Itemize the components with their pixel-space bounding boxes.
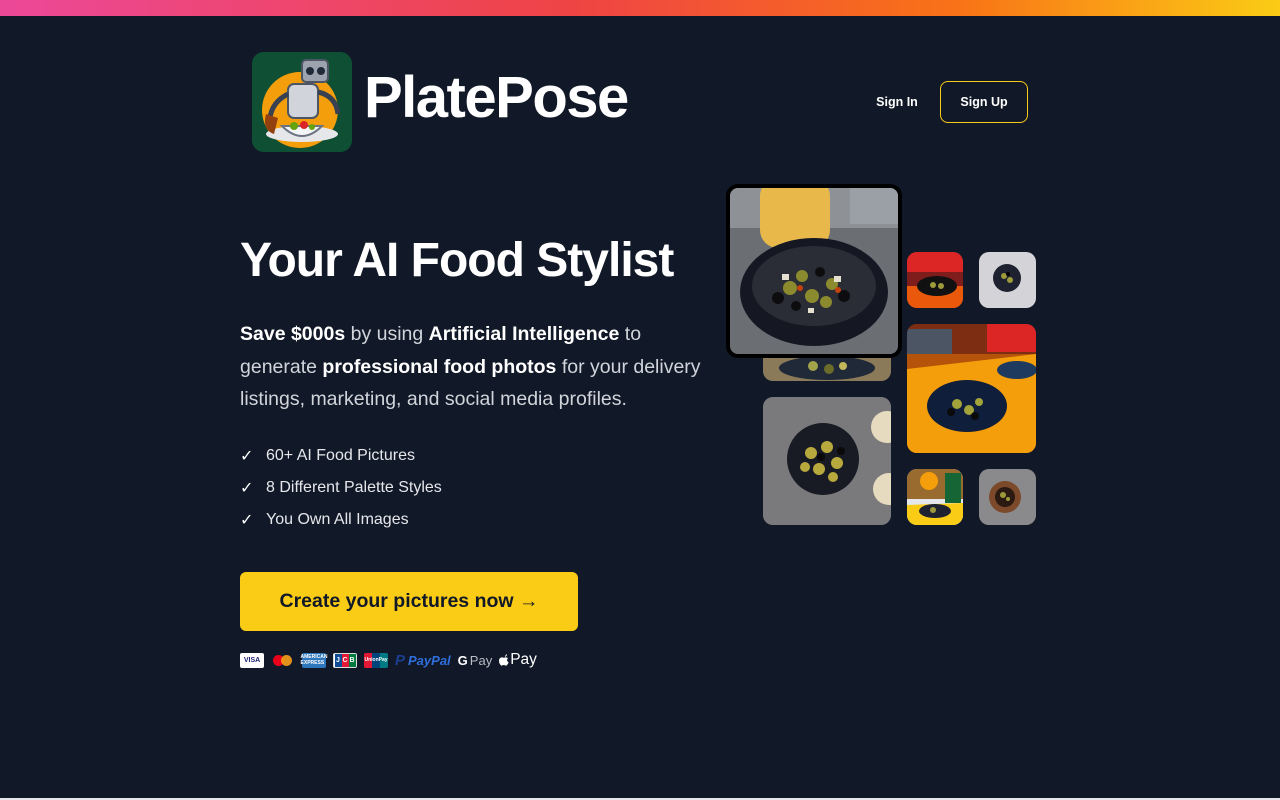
featured-olives-photo[interactable] bbox=[726, 184, 902, 358]
paypal-icon: P PayPal bbox=[395, 651, 451, 669]
feature-list: ✓ 60+ AI Food Pictures ✓ 8 Different Palet… bbox=[240, 440, 442, 536]
sign-in-button[interactable]: Sign In bbox=[866, 86, 928, 118]
food-photo[interactable] bbox=[907, 469, 963, 525]
desc-bold-photos: professional food photos bbox=[322, 355, 557, 378]
hero-description: Save $000s by using Artificial Intellige… bbox=[240, 318, 710, 416]
food-photo[interactable] bbox=[979, 252, 1036, 308]
mastercard-icon bbox=[271, 653, 295, 668]
brand-name[interactable]: PlatePose bbox=[364, 64, 629, 132]
apple-pay-icon: Pay bbox=[499, 651, 537, 669]
food-photo[interactable] bbox=[763, 397, 891, 525]
feature-item: ✓ 8 Different Palette Styles bbox=[240, 472, 442, 504]
feature-label: 60+ AI Food Pictures bbox=[266, 447, 415, 464]
food-photo[interactable] bbox=[907, 252, 963, 308]
top-gradient-bar bbox=[0, 0, 1280, 16]
logo-robot-chef-icon[interactable] bbox=[252, 52, 352, 152]
feature-item: ✓ 60+ AI Food Pictures bbox=[240, 440, 442, 472]
visa-icon: VISA bbox=[240, 652, 264, 668]
check-icon: ✓ bbox=[240, 480, 254, 497]
check-icon: ✓ bbox=[240, 448, 254, 465]
create-pictures-button[interactable]: Create your pictures now → bbox=[240, 572, 578, 631]
desc-bold-ai: Artificial Intelligence bbox=[428, 323, 620, 345]
unionpay-icon: UnionPay bbox=[364, 652, 388, 668]
desc-text: by using bbox=[345, 323, 429, 345]
desc-bold-savings: Save $000s bbox=[240, 323, 346, 345]
google-pay-icon: G Pay bbox=[457, 652, 493, 668]
feature-label: 8 Different Palette Styles bbox=[266, 479, 442, 496]
food-photo[interactable] bbox=[979, 469, 1036, 525]
food-photo[interactable] bbox=[907, 324, 1036, 453]
jcb-icon: JCB bbox=[333, 652, 357, 668]
feature-item: ✓ You Own All Images bbox=[240, 504, 442, 536]
payment-methods: VISA AMERICAN EXPRESS JCB UnionPay P PayP… bbox=[240, 650, 544, 670]
amex-icon: AMERICAN EXPRESS bbox=[300, 652, 328, 668]
feature-label: You Own All Images bbox=[266, 511, 409, 528]
hero-headline: Your AI Food Stylist bbox=[240, 234, 674, 287]
sign-up-button[interactable]: Sign Up bbox=[940, 81, 1028, 123]
check-icon: ✓ bbox=[240, 512, 254, 529]
